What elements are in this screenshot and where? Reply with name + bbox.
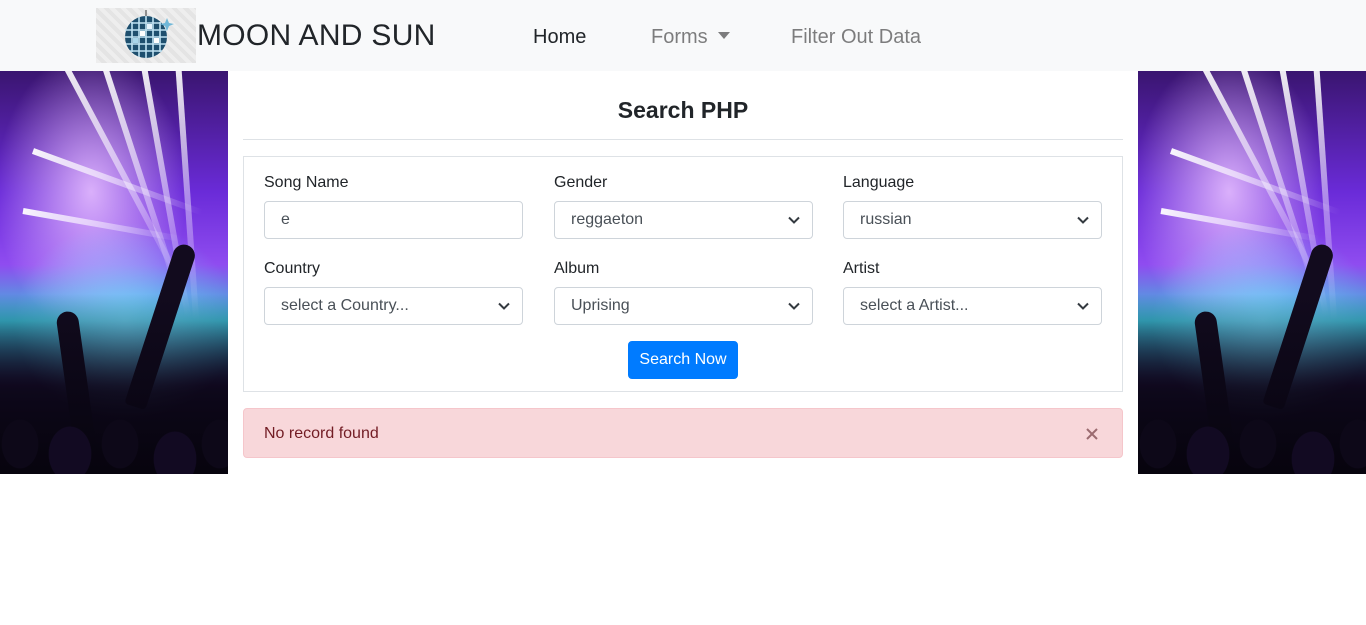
brand-name[interactable]: MOON AND SUN xyxy=(197,17,436,55)
album-select[interactable]: Uprising xyxy=(554,287,813,325)
gender-label: Gender xyxy=(554,174,608,191)
nav-forms-label: Forms xyxy=(651,26,708,48)
gender-select[interactable]: reggaeton xyxy=(554,201,813,239)
chevron-down-icon xyxy=(498,300,510,312)
close-icon[interactable] xyxy=(1082,422,1102,446)
artist-select[interactable]: select a Artist... xyxy=(843,287,1102,325)
language-label: Language xyxy=(843,174,915,191)
chevron-down-icon xyxy=(1077,300,1089,312)
page-title: Search PHP xyxy=(617,97,749,123)
search-form: Song Name e Gender reggaeton Language ru… xyxy=(243,156,1123,392)
country-value: select a Country... xyxy=(281,297,409,314)
song-name-input[interactable]: e xyxy=(264,201,523,239)
nav-home-link[interactable]: Home xyxy=(533,24,586,50)
nav-filter-link[interactable]: Filter Out Data xyxy=(791,24,921,50)
song-name-value: e xyxy=(281,211,290,228)
site-logo[interactable] xyxy=(96,8,196,63)
artist-label: Artist xyxy=(843,260,880,277)
alert-message: No record found xyxy=(264,425,379,442)
navbar: MOON AND SUN Home Forms Filter Out Data xyxy=(0,0,1366,71)
song-name-label: Song Name xyxy=(264,174,349,191)
search-now-button[interactable]: Search Now xyxy=(628,341,738,379)
nav-forms-dropdown[interactable]: Forms xyxy=(651,24,730,50)
chevron-down-icon xyxy=(788,214,800,226)
title-divider xyxy=(243,139,1123,140)
album-value: Uprising xyxy=(571,297,630,314)
country-label: Country xyxy=(264,260,321,277)
no-record-alert: No record found xyxy=(243,408,1123,458)
language-select[interactable]: russian xyxy=(843,201,1102,239)
main-content: Search PHP Song Name e Gender reggaeton … xyxy=(228,71,1138,474)
concert-background-right xyxy=(1138,71,1366,474)
artist-value: select a Artist... xyxy=(860,297,969,314)
chevron-down-icon xyxy=(1077,214,1089,226)
country-select[interactable]: select a Country... xyxy=(264,287,523,325)
disco-ball-icon xyxy=(125,9,174,58)
chevron-down-icon xyxy=(788,300,800,312)
gender-value: reggaeton xyxy=(571,211,644,228)
caret-down-icon xyxy=(717,32,730,39)
album-label: Album xyxy=(554,260,600,277)
language-value: russian xyxy=(860,211,912,228)
concert-background-left xyxy=(0,71,228,474)
